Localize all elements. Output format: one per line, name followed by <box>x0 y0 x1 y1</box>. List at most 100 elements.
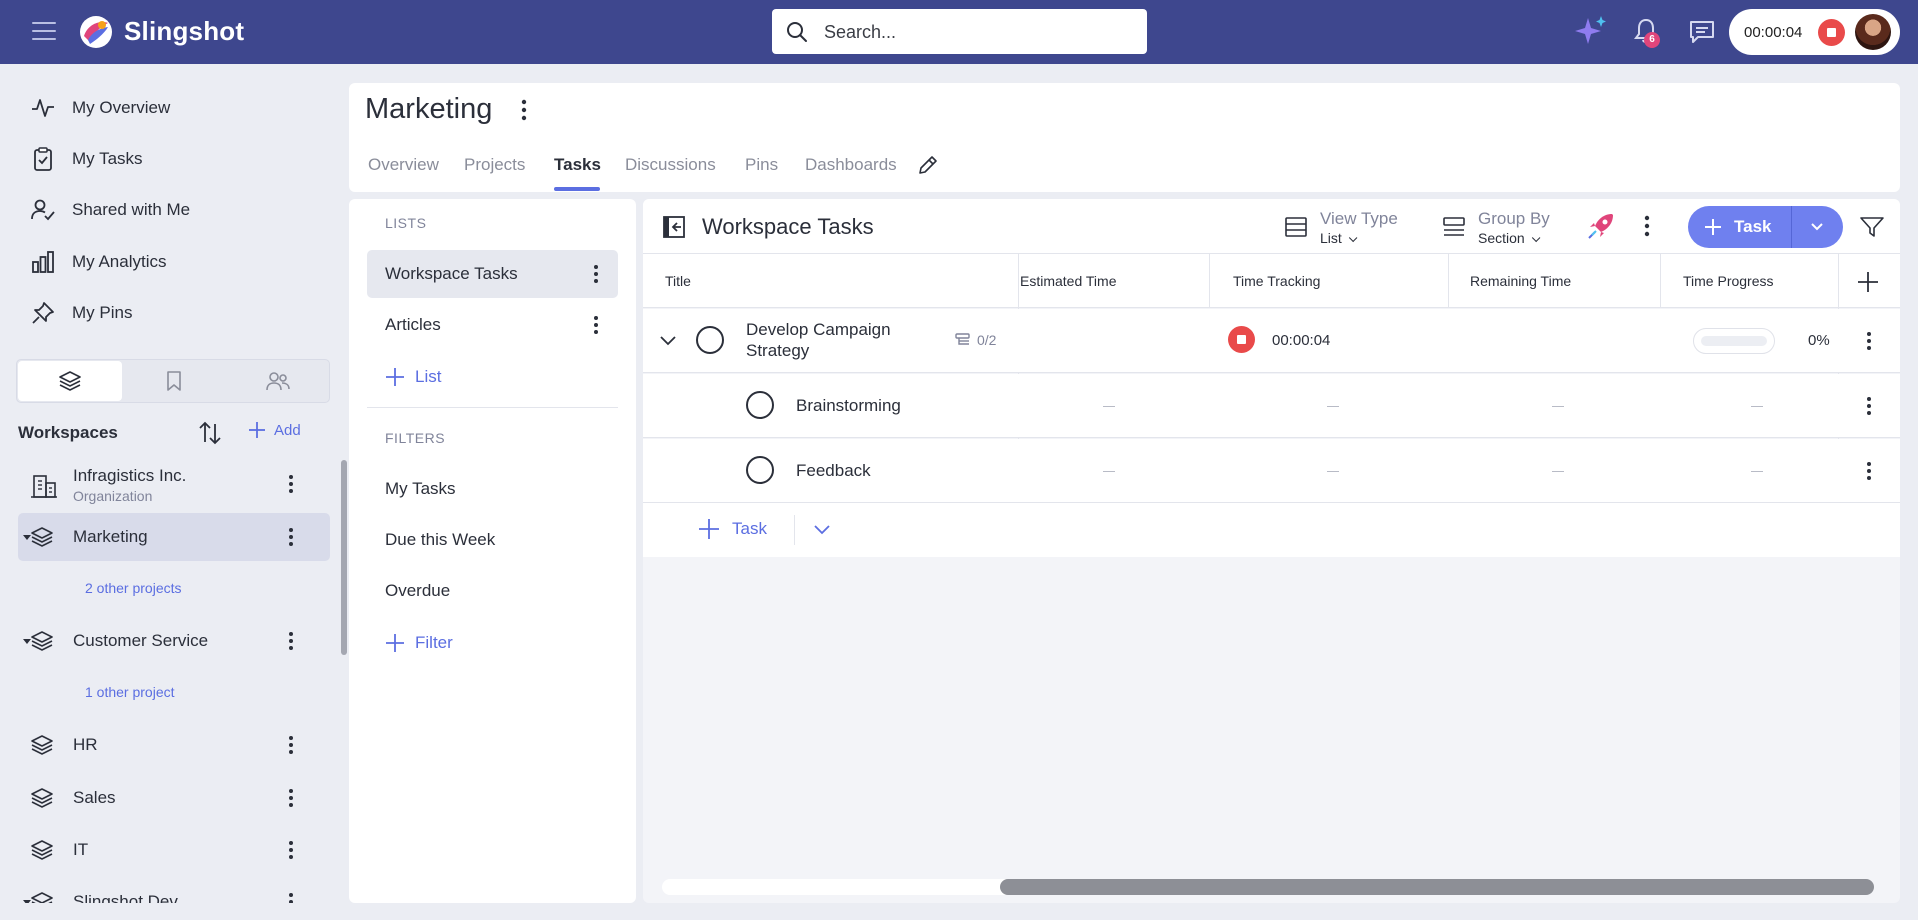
nav-item-my-overview[interactable]: My Overview <box>30 92 170 124</box>
task-title-line1[interactable]: Develop Campaign <box>746 320 891 340</box>
more-options-icon[interactable] <box>1866 331 1872 351</box>
add-filter-button[interactable]: Filter <box>385 633 453 653</box>
layers-icon <box>31 788 53 808</box>
brand-name[interactable]: Slingshot <box>124 16 244 47</box>
more-options-icon[interactable] <box>1644 215 1650 237</box>
tab-discussions[interactable]: Discussions <box>625 155 716 175</box>
horizontal-scrollbar-thumb[interactable] <box>1000 879 1874 895</box>
search-input[interactable] <box>824 18 1124 46</box>
other-projects-link[interactable]: 1 other project <box>85 684 175 700</box>
sidebar-scrollbar[interactable] <box>341 460 347 655</box>
task-complete-checkbox[interactable] <box>746 456 774 484</box>
list-item-workspace-tasks[interactable]: Workspace Tasks <box>367 250 618 298</box>
chat-icon[interactable] <box>1688 19 1716 45</box>
table-row[interactable]: Develop Campaign Strategy 0/2 00:00:04 0… <box>643 309 1900 373</box>
plus-icon <box>1705 219 1721 235</box>
tab-bookmarks[interactable] <box>122 361 226 401</box>
list-view-icon <box>1285 217 1307 237</box>
column-time-tracking[interactable]: Time Tracking <box>1233 273 1320 289</box>
workspace-item-slingshot-dev[interactable]: Slingshot Dev <box>18 878 330 903</box>
rocket-icon[interactable] <box>1586 211 1616 241</box>
add-column-icon[interactable] <box>1857 271 1879 293</box>
add-task-label: Task <box>1734 217 1772 236</box>
collapse-panel-icon[interactable] <box>662 215 686 239</box>
workspace-item-sales[interactable]: Sales <box>18 774 330 822</box>
filter-overdue[interactable]: Overdue <box>385 581 450 601</box>
edit-pencil-icon[interactable] <box>916 153 940 177</box>
tab-projects[interactable]: Projects <box>464 155 525 175</box>
tab-pins[interactable]: Pins <box>745 155 778 175</box>
list-item-label: Workspace Tasks <box>385 264 518 283</box>
filter-due-this-week[interactable]: Due this Week <box>385 530 495 550</box>
add-task-button[interactable]: Task <box>1688 206 1843 248</box>
workspace-item-it[interactable]: IT <box>18 826 330 874</box>
task-title[interactable]: Brainstorming <box>796 396 901 416</box>
layers-icon <box>31 892 53 903</box>
workspace-item-marketing[interactable]: Marketing <box>18 513 330 561</box>
ai-sparkle-icon[interactable] <box>1574 14 1608 48</box>
more-options-icon[interactable] <box>593 264 599 284</box>
nav-item-my-pins[interactable]: My Pins <box>30 297 132 329</box>
column-estimated-time[interactable]: Estimated Time <box>1020 273 1116 289</box>
chevron-down-icon[interactable] <box>1810 220 1824 234</box>
tab-workspaces[interactable] <box>18 361 122 401</box>
table-row[interactable]: Brainstorming <box>643 374 1900 438</box>
hamburger-menu-icon[interactable] <box>32 22 56 42</box>
more-options-icon[interactable] <box>288 527 294 547</box>
slingshot-logo-icon[interactable] <box>78 14 114 50</box>
workspace-item-hr[interactable]: HR <box>18 721 330 769</box>
empty-value <box>1751 406 1763 407</box>
more-options-icon[interactable] <box>288 735 294 755</box>
more-options-icon[interactable] <box>288 840 294 860</box>
more-options-icon[interactable] <box>288 631 294 651</box>
more-options-icon[interactable] <box>1866 461 1872 481</box>
column-title[interactable]: Title <box>665 273 691 289</box>
time-progress-bar <box>1693 328 1775 354</box>
inline-add-task-button[interactable]: Task <box>698 518 767 540</box>
more-options-icon[interactable] <box>1866 396 1872 416</box>
search-box[interactable] <box>772 9 1147 54</box>
nav-item-my-tasks[interactable]: My Tasks <box>30 143 143 175</box>
chevron-down-icon[interactable] <box>659 333 677 349</box>
tab-tasks[interactable]: Tasks <box>554 155 601 175</box>
workspace-item-infragistics[interactable]: Infragistics Inc. Organization <box>18 460 330 508</box>
more-options-icon[interactable] <box>288 474 294 494</box>
task-complete-checkbox[interactable] <box>746 391 774 419</box>
more-options-icon[interactable] <box>288 892 294 903</box>
task-complete-checkbox[interactable] <box>696 326 724 354</box>
time-progress-value: 0% <box>1808 332 1830 349</box>
more-options-icon[interactable] <box>521 99 527 121</box>
sort-icon[interactable] <box>197 420 223 446</box>
task-title[interactable]: Feedback <box>796 461 871 481</box>
subtasks-icon <box>955 333 970 345</box>
list-item-articles[interactable]: Articles <box>367 301 618 349</box>
tab-dashboards[interactable]: Dashboards <box>805 155 897 175</box>
more-options-icon[interactable] <box>288 788 294 808</box>
column-time-progress[interactable]: Time Progress <box>1683 273 1774 289</box>
nav-item-my-analytics[interactable]: My Analytics <box>30 246 166 278</box>
filter-icon[interactable] <box>1859 215 1885 239</box>
filter-my-tasks[interactable]: My Tasks <box>385 479 456 499</box>
more-options-icon[interactable] <box>593 315 599 335</box>
stop-timer-button[interactable] <box>1818 19 1845 46</box>
add-list-button[interactable]: List <box>385 367 441 387</box>
horizontal-scrollbar[interactable] <box>662 879 1874 895</box>
other-projects-link[interactable]: 2 other projects <box>85 580 182 596</box>
column-remaining-time[interactable]: Remaining Time <box>1470 273 1571 289</box>
add-workspace-label: Add <box>274 421 301 439</box>
nav-item-shared-with-me[interactable]: Shared with Me <box>30 194 190 226</box>
task-title-line2[interactable]: Strategy <box>746 341 809 361</box>
add-workspace-button[interactable]: Add <box>248 421 301 439</box>
workspace-name: Sales <box>73 788 116 807</box>
user-check-icon <box>31 199 55 221</box>
button-separator <box>1791 206 1792 248</box>
workspace-item-customer-service[interactable]: Customer Service <box>18 617 330 665</box>
stop-tracking-button[interactable] <box>1228 326 1255 353</box>
tab-overview[interactable]: Overview <box>368 155 439 175</box>
chevron-down-icon[interactable] <box>813 523 831 537</box>
tab-teams[interactable] <box>226 361 330 401</box>
table-row[interactable]: Feedback <box>643 439 1900 503</box>
user-avatar[interactable] <box>1855 14 1891 50</box>
bookmark-icon <box>167 371 181 391</box>
subtask-count[interactable]: 0/2 <box>955 332 996 348</box>
